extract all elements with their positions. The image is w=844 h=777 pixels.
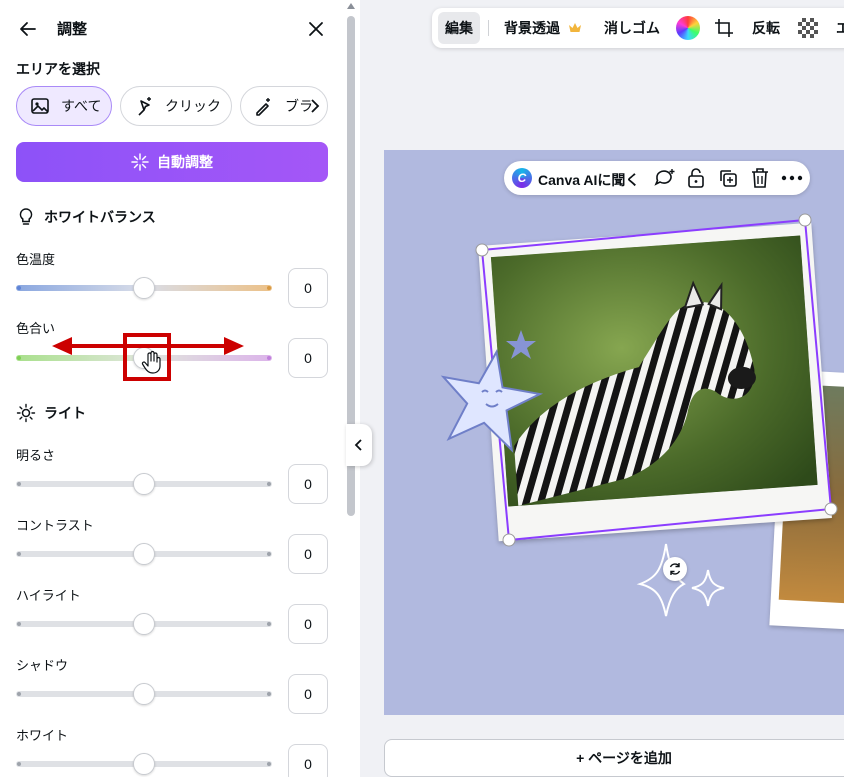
auto-adjust-button[interactable]: 自動調整 xyxy=(16,142,328,182)
resize-handle[interactable] xyxy=(824,502,838,516)
toolbar-divider xyxy=(488,20,489,36)
image-toolbar: 編集 背景透過 消しゴム 反転 エ xyxy=(432,8,844,48)
trash-icon[interactable] xyxy=(750,167,770,189)
scroll-up-arrow-icon[interactable] xyxy=(347,3,355,9)
design-canvas[interactable] xyxy=(384,150,844,715)
arrow-left-icon xyxy=(20,22,36,36)
transparency-button[interactable] xyxy=(798,12,818,44)
color-adjust-button[interactable] xyxy=(676,12,700,44)
star-sticker[interactable] xyxy=(438,346,548,456)
rotate-handle[interactable] xyxy=(663,557,687,581)
brightness-slider-thumb[interactable] xyxy=(133,473,155,495)
resize-handle[interactable] xyxy=(502,533,516,547)
slider-label: ホワイト xyxy=(16,728,69,743)
small-star-sticker[interactable] xyxy=(504,328,538,362)
sparkle-icon xyxy=(131,153,149,171)
color-wheel-icon xyxy=(676,16,700,40)
chip-click[interactable]: クリック xyxy=(120,86,232,126)
contrast-slider-thumb[interactable] xyxy=(133,543,155,565)
highlight-slider-thumb[interactable] xyxy=(133,613,155,635)
chip-all[interactable]: すべて xyxy=(16,86,112,126)
collapse-panel-button[interactable] xyxy=(346,424,372,466)
chevron-right-icon[interactable] xyxy=(309,97,321,118)
bg-remove-button[interactable]: 背景透過 xyxy=(504,12,582,44)
whites-value-input[interactable]: 0 xyxy=(288,744,328,777)
chip-brush[interactable]: ブラ xyxy=(240,86,328,126)
close-icon xyxy=(309,22,323,36)
resize-handle[interactable] xyxy=(475,243,489,257)
resize-handle[interactable] xyxy=(798,213,812,227)
highlight-value-input[interactable]: 0 xyxy=(288,604,328,644)
magic-click-icon xyxy=(133,95,155,117)
slider-label: シャドウ xyxy=(16,658,69,673)
brightness-value-input[interactable]: 0 xyxy=(288,464,328,504)
magic-brush-icon xyxy=(253,95,275,117)
transparency-icon xyxy=(798,18,818,38)
close-button[interactable] xyxy=(302,15,330,43)
area-section-title: エリアを選択 xyxy=(16,61,100,77)
auto-adjust-label: 自動調整 xyxy=(157,154,213,170)
hand-cursor-icon xyxy=(141,350,161,374)
more-effects-button[interactable]: エ xyxy=(836,12,844,44)
white-balance-title: ホワイトバランス xyxy=(16,207,156,227)
chevron-left-icon xyxy=(354,439,362,451)
temperature-slider-thumb[interactable] xyxy=(133,277,155,299)
sun-icon xyxy=(16,403,36,423)
ask-canva-ai-button[interactable]: Canva AIに聞く xyxy=(538,170,639,190)
element-context-bar: C Canva AIに聞く xyxy=(504,161,810,195)
slider-label: 明るさ xyxy=(16,448,56,463)
rotate-icon xyxy=(669,563,681,575)
crop-icon xyxy=(715,19,733,37)
chip-label: クリック xyxy=(165,98,221,114)
slider-label: コントラスト xyxy=(16,518,94,533)
slider-label: 色温度 xyxy=(16,252,56,267)
duplicate-icon[interactable] xyxy=(718,168,738,188)
panel-title: 調整 xyxy=(57,21,88,38)
lightbulb-icon xyxy=(19,208,33,225)
sparkle-sticker[interactable] xyxy=(636,540,732,620)
whites-slider-thumb[interactable] xyxy=(133,753,155,775)
image-icon xyxy=(29,95,51,117)
light-title: ライト xyxy=(16,403,86,423)
eraser-button[interactable]: 消しゴム xyxy=(604,12,660,44)
crop-button[interactable] xyxy=(714,12,734,44)
lock-icon[interactable] xyxy=(687,167,705,189)
add-page-button[interactable]: + ページを追加 xyxy=(384,739,844,777)
contrast-value-input[interactable]: 0 xyxy=(288,534,328,574)
chip-label: すべて xyxy=(61,98,102,114)
crown-icon xyxy=(569,23,581,32)
comment-add-icon[interactable] xyxy=(654,168,676,188)
edit-button[interactable]: 編集 xyxy=(438,12,480,44)
flip-button[interactable]: 反転 xyxy=(752,12,780,44)
more-options-icon[interactable] xyxy=(781,175,803,181)
tint-value-input[interactable]: 0 xyxy=(288,338,328,378)
slider-label: ハイライト xyxy=(16,588,81,603)
temperature-value-input[interactable]: 0 xyxy=(288,268,328,308)
adjust-panel: 調整 エリアを選択 すべて クリック ブラ 自動調整 ホワイトバランス 色温度 xyxy=(0,0,344,777)
shadow-value-input[interactable]: 0 xyxy=(288,674,328,714)
shadow-slider-thumb[interactable] xyxy=(133,683,155,705)
canva-logo-icon: C xyxy=(512,168,532,188)
back-button[interactable] xyxy=(14,15,42,43)
